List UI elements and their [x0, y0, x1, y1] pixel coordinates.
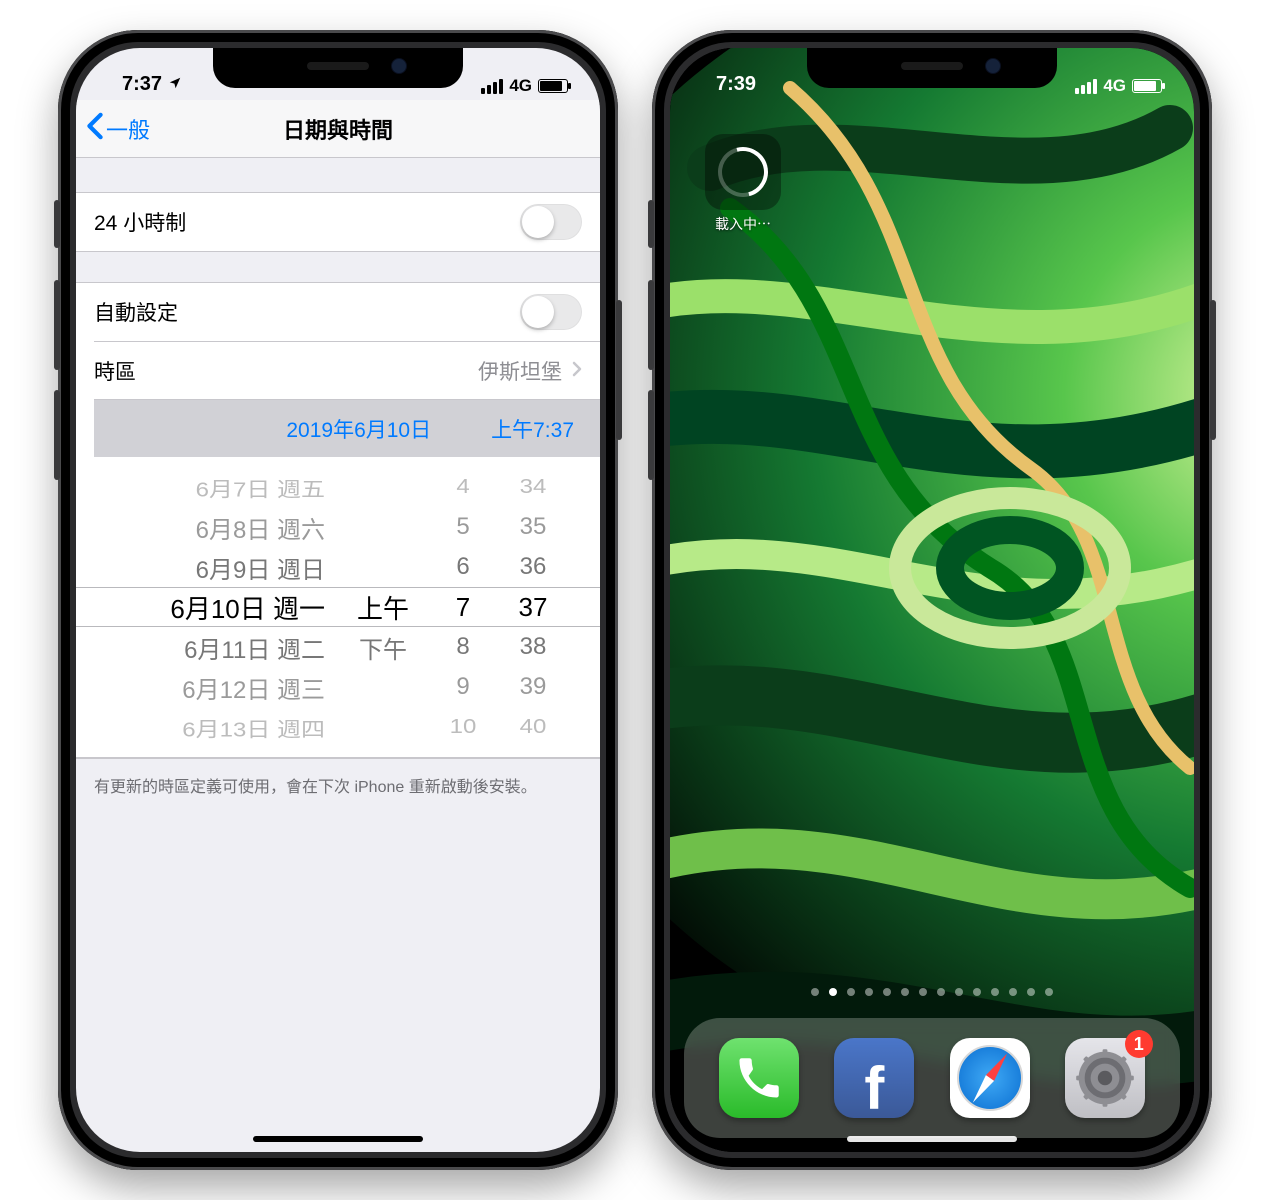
page-dot[interactable] — [829, 988, 837, 996]
picker-hour: 7 — [433, 592, 493, 623]
picker-minute: 35 — [503, 513, 563, 541]
status-bar: 7:37 4G — [76, 48, 600, 100]
page-dot[interactable] — [1045, 988, 1053, 996]
status-time: 7:37 — [122, 73, 162, 96]
volume-up-button — [54, 280, 60, 370]
picker-minute: 39 — [503, 673, 563, 701]
back-label: 一般 — [106, 113, 150, 145]
picker-hour: 9 — [433, 673, 493, 701]
cell-timezone[interactable]: 時區 伊斯坦堡 — [94, 341, 600, 399]
cell-24h[interactable]: 24 小時制 — [76, 193, 600, 251]
picker-minute: 36 — [503, 553, 563, 581]
picker-hour: 10 — [433, 715, 493, 739]
dock-app-safari[interactable] — [950, 1038, 1030, 1118]
cell-label: 時區 — [94, 356, 136, 386]
toggle-24h[interactable] — [520, 204, 582, 240]
picker-row[interactable]: 6月12日 週三 9 39 — [76, 667, 600, 707]
picker-date: 6月8日 週六 — [113, 510, 333, 545]
volume-down-button — [54, 390, 60, 480]
page-dot[interactable] — [811, 988, 819, 996]
side-button — [616, 300, 622, 440]
cellular-signal-icon — [1075, 79, 1097, 94]
navigation-bar: 一般 日期與時間 — [76, 100, 600, 158]
picker-date: 6月9日 週日 — [113, 550, 333, 585]
picker-date: 6月12日 週三 — [113, 670, 333, 705]
page-dot[interactable] — [955, 988, 963, 996]
picker-ampm: 上午 — [343, 589, 423, 626]
dock-app-settings[interactable]: 1 — [1065, 1038, 1145, 1118]
timezone-value: 伊斯坦堡 — [478, 356, 562, 386]
phone-frame-left: 7:37 4G — [58, 30, 618, 1170]
picker-hour: 5 — [433, 513, 493, 541]
app-label: 載入中⋯ — [704, 214, 782, 234]
picker-minute: 38 — [503, 633, 563, 661]
notification-badge: 1 — [1125, 1030, 1153, 1058]
picker-hour: 4 — [433, 475, 493, 499]
picker-date: 6月10日 週一 — [113, 589, 333, 626]
page-dot[interactable] — [847, 988, 855, 996]
app-loading[interactable]: 載入中⋯ — [704, 134, 782, 234]
status-bar: 7:39 4G — [670, 48, 1194, 100]
page-dot[interactable] — [1027, 988, 1035, 996]
chevron-left-icon — [86, 112, 106, 146]
picker-hour: 8 — [433, 633, 493, 661]
dock-app-phone[interactable] — [719, 1038, 799, 1118]
cell-label: 自動設定 — [94, 297, 178, 327]
picker-row[interactable]: 6月11日 週二下午 8 38 — [76, 627, 600, 667]
page-dot[interactable] — [991, 988, 999, 996]
cell-auto-set[interactable]: 自動設定 — [76, 283, 600, 341]
picker-row[interactable]: 6月8日 週六 5 35 — [76, 507, 600, 547]
page-dot[interactable] — [937, 988, 945, 996]
dock: f — [684, 1018, 1180, 1138]
cellular-signal-icon — [481, 79, 503, 94]
footer-note: 有更新的時區定義可使用，會在下次 iPhone 重新啟動後安裝。 — [76, 759, 600, 811]
location-icon — [168, 73, 182, 96]
picker-minute: 37 — [503, 592, 563, 623]
home-indicator[interactable] — [847, 1136, 1017, 1142]
toggle-auto-set[interactable] — [520, 294, 582, 330]
side-button — [1210, 300, 1216, 440]
loading-spinner-icon — [705, 134, 781, 210]
back-button[interactable]: 一般 — [86, 100, 150, 157]
compass-icon — [957, 1045, 1023, 1111]
page-dot[interactable] — [865, 988, 873, 996]
picker-hour: 6 — [433, 553, 493, 581]
cell-datetime[interactable]: 2019年6月10日 上午7:37 — [94, 399, 600, 457]
status-time: 7:39 — [716, 73, 756, 96]
picker-minute: 40 — [503, 715, 563, 739]
page-dot[interactable] — [973, 988, 981, 996]
page-dot[interactable] — [1009, 988, 1017, 996]
cell-label: 24 小時制 — [94, 207, 186, 237]
date-value: 2019年6月10日 — [286, 414, 431, 444]
mute-switch — [54, 200, 60, 248]
chevron-right-icon — [572, 359, 582, 383]
picker-date: 6月13日 週四 — [113, 712, 333, 742]
picker-date: 6月11日 週二 — [113, 630, 333, 665]
page-indicator[interactable] — [670, 988, 1194, 996]
page-dot[interactable] — [883, 988, 891, 996]
home-indicator[interactable] — [253, 1136, 423, 1142]
picker-minute: 34 — [503, 475, 563, 499]
page-title: 日期與時間 — [283, 113, 393, 145]
page-dot[interactable] — [901, 988, 909, 996]
battery-icon — [1132, 79, 1162, 93]
page-dot[interactable] — [919, 988, 927, 996]
phone-frame-right: 7:39 4G 載入中⋯ f — [652, 30, 1212, 1170]
network-label: 4G — [509, 76, 532, 96]
volume-down-button — [648, 390, 654, 480]
picker-row[interactable]: 6月10日 週一上午 7 37 — [76, 587, 600, 627]
picker-row[interactable]: 6月7日 週五 4 34 — [76, 470, 600, 504]
picker-date: 6月7日 週五 — [113, 472, 333, 502]
volume-up-button — [648, 280, 654, 370]
mute-switch — [648, 200, 654, 248]
network-label: 4G — [1103, 76, 1126, 96]
picker-ampm: 下午 — [343, 630, 423, 665]
datetime-picker[interactable]: 6月7日 週五 4 34 6月8日 週六 5 35 6月9日 週日 6 36 6月10日 週一上午… — [76, 457, 600, 758]
picker-row[interactable]: 6月13日 週四 10 40 — [76, 710, 600, 744]
time-value: 上午7:37 — [491, 414, 574, 444]
picker-row[interactable]: 6月9日 週日 6 36 — [76, 547, 600, 587]
dock-app-facebook[interactable]: f — [834, 1038, 914, 1118]
battery-icon — [538, 79, 568, 93]
